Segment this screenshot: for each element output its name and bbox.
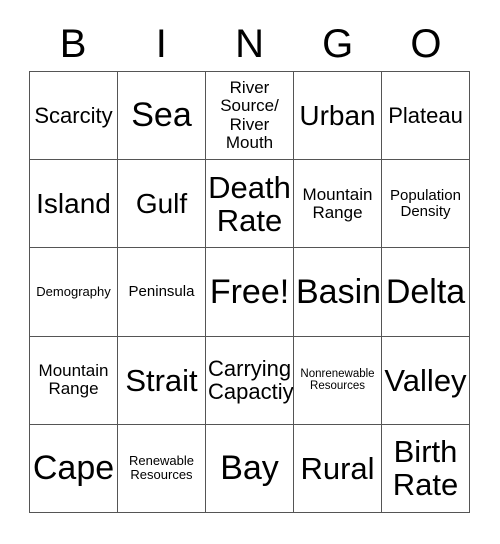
bingo-cell-label: Valley [384,362,467,398]
bingo-cell-label: Urban [299,99,376,131]
bingo-cell[interactable]: Mountain Range [294,160,382,249]
bingo-cell[interactable]: Demography [30,248,118,337]
bingo-header-letter-o: O [410,22,442,66]
bingo-cell[interactable]: Delta [382,248,470,337]
bingo-cell-label: Plateau [388,102,463,128]
bingo-cell-label: Sea [131,96,192,135]
bingo-header-row: B I N G O [29,17,470,71]
bingo-cell[interactable]: Sea [118,72,206,161]
bingo-cell[interactable]: River Source/ River Mouth [206,72,294,161]
bingo-cell-label: Basin [296,272,382,311]
bingo-cell[interactable]: Plateau [382,72,470,161]
bingo-cell-label: Mountain Range [38,361,109,399]
bingo-cell-label: Bay [220,449,279,488]
bingo-cell-label: River Source/ River Mouth [220,78,279,152]
bingo-cell[interactable]: Renewable Resources [118,424,206,513]
bingo-cell[interactable]: Peninsula [118,248,206,337]
bingo-cell[interactable]: Rural [294,424,382,513]
bingo-cell-label: Delta [385,272,466,311]
bingo-cell-label: Gulf [135,187,188,219]
bingo-cell[interactable]: Basin [294,248,382,337]
bingo-cell-label: Peninsula [128,282,195,300]
bingo-header-letter-i: I [155,22,167,66]
bingo-cell[interactable]: Cape [30,424,118,513]
bingo-cell[interactable]: Nonrenewable Resources [294,336,382,425]
bingo-cell-label: Birth Rate [392,434,459,503]
bingo-cell-label: Mountain Range [302,184,373,222]
bingo-cell[interactable]: Strait [118,336,206,425]
bingo-cell-label: Nonrenewable Resources [300,367,375,393]
bingo-cell[interactable]: Birth Rate [382,424,470,513]
bingo-cell-label: Rural [300,450,375,486]
bingo-grid: Scarcity Sea River Source/ River Mouth Urba… [29,71,470,513]
bingo-card: B I N G O Scarcity Sea River Source/ River… [0,0,500,544]
bingo-cell-label: Scarcity [34,102,113,128]
bingo-cell-label: Strait [125,362,198,398]
bingo-cell[interactable]: Island [30,160,118,249]
bingo-cell[interactable]: Death Rate [206,160,294,249]
bingo-cell-label: Death Rate [208,169,291,238]
bingo-cell-label: Demography [36,284,111,300]
bingo-cell[interactable]: Urban [294,72,382,161]
bingo-header-letter-n: N [235,22,264,66]
bingo-cell[interactable]: Gulf [118,160,206,249]
bingo-cell[interactable]: Population Density [382,160,470,249]
bingo-header-letter-b: B [59,22,87,66]
bingo-cell[interactable]: Scarcity [30,72,118,161]
bingo-cell[interactable]: Mountain Range [30,336,118,425]
bingo-cell-label: Renewable Resources [128,453,195,483]
bingo-cell[interactable]: Valley [382,336,470,425]
bingo-cell[interactable]: Bay [206,424,294,513]
bingo-cell-label: Carrying Capactiy [208,355,294,405]
bingo-cell-label: Cape [32,449,115,488]
bingo-header-letter-g: G [322,22,354,66]
bingo-cell-free-space[interactable]: Free! [206,248,294,337]
bingo-cell-label: Free! [209,272,290,311]
bingo-cell-label: Population Density [390,186,461,220]
bingo-cell-label: Island [36,187,111,219]
bingo-cell[interactable]: Carrying Capactiy [206,336,294,425]
